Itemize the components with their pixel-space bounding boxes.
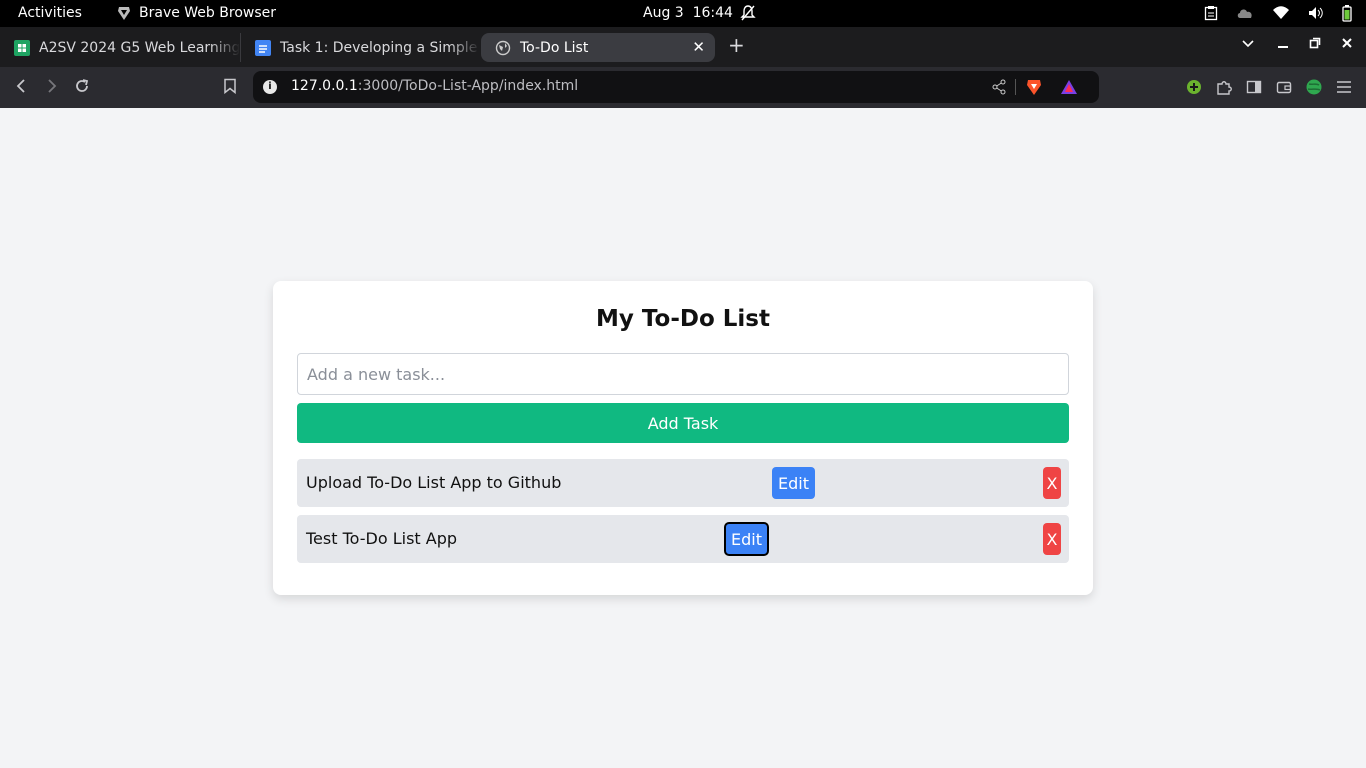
delete-task-button[interactable]: X: [1043, 523, 1061, 555]
wifi-icon[interactable]: [1272, 6, 1290, 20]
edit-task-button[interactable]: Edit: [724, 522, 769, 556]
share-icon[interactable]: [991, 79, 1007, 99]
todo-card: My To-Do List Add Task Upload To-Do List…: [273, 281, 1093, 595]
sheets-icon: [14, 39, 30, 56]
tab-close-icon[interactable]: ✕: [692, 38, 705, 56]
system-top-bar: Activities Brave Web Browser Aug 3 16:44: [0, 0, 1366, 27]
date-label: Aug 3: [643, 5, 684, 21]
vpn-globe-icon[interactable]: [1306, 79, 1322, 99]
task-text: Test To-Do List App: [306, 529, 458, 548]
tab-task-doc[interactable]: Task 1: Developing a Simple: [240, 33, 480, 62]
edit-task-button[interactable]: Edit: [772, 467, 815, 499]
notifications-muted-icon[interactable]: [740, 4, 756, 22]
delete-task-button[interactable]: X: [1043, 467, 1061, 499]
new-tab-button[interactable]: +: [728, 33, 745, 57]
battery-charging-icon[interactable]: [1342, 4, 1352, 22]
globe-icon: [495, 40, 511, 56]
time-label: 16:44: [692, 5, 733, 21]
cloud-icon[interactable]: [1236, 7, 1254, 19]
clipboard-icon[interactable]: [1204, 5, 1218, 21]
add-task-button[interactable]: Add Task: [297, 403, 1069, 443]
menu-icon[interactable]: [1336, 79, 1352, 99]
brave-shields-icon[interactable]: [1026, 78, 1042, 100]
app-name: Brave Web Browser: [139, 5, 276, 21]
bookmark-icon[interactable]: [223, 78, 237, 98]
page-title: My To-Do List: [596, 306, 770, 332]
docs-icon: [255, 39, 271, 56]
extension-add-icon[interactable]: [1186, 79, 1202, 99]
wallet-icon[interactable]: [1276, 79, 1292, 99]
clock[interactable]: Aug 3 16:44: [643, 5, 733, 21]
system-tray[interactable]: [1204, 4, 1352, 22]
tab-a2sv-sheet[interactable]: A2SV 2024 G5 Web Learning: [0, 33, 240, 62]
sidebar-icon[interactable]: [1246, 79, 1262, 99]
forward-icon[interactable]: [46, 78, 58, 98]
volume-icon[interactable]: [1308, 6, 1324, 20]
tab-title: Task 1: Developing a Simple: [280, 39, 478, 56]
close-window-icon[interactable]: [1341, 37, 1353, 53]
brave-lion-icon: [116, 5, 132, 21]
activities-button[interactable]: Activities: [18, 5, 82, 21]
reload-icon[interactable]: [74, 78, 90, 98]
tab-todo-list[interactable]: To-Do List ✕: [481, 33, 715, 62]
task-text: Upload To-Do List App to Github: [306, 473, 562, 492]
task-row: Upload To-Do List App to Github Edit X: [297, 459, 1069, 507]
tab-title: To-Do List: [520, 39, 589, 56]
url-text[interactable]: 127.0.0.1:3000/ToDo-List-App/index.html: [291, 78, 578, 94]
brave-rewards-icon[interactable]: [1060, 79, 1078, 99]
tab-list-chevron-icon[interactable]: [1241, 37, 1255, 53]
tab-strip: A2SV 2024 G5 Web Learning Task 1: Develo…: [0, 27, 1366, 67]
back-icon[interactable]: [15, 78, 27, 98]
address-bar[interactable]: i 127.0.0.1:3000/ToDo-List-App/index.htm…: [253, 71, 1099, 103]
minimize-icon[interactable]: [1277, 37, 1289, 53]
extensions-puzzle-icon[interactable]: [1216, 79, 1232, 99]
new-task-input[interactable]: [297, 353, 1069, 395]
browser-toolbar: i 127.0.0.1:3000/ToDo-List-App/index.htm…: [0, 67, 1366, 108]
task-row: Test To-Do List App Edit X: [297, 515, 1069, 563]
app-menu[interactable]: Brave Web Browser: [116, 5, 276, 21]
restore-icon[interactable]: [1309, 37, 1321, 53]
site-info-icon[interactable]: i: [263, 80, 277, 94]
